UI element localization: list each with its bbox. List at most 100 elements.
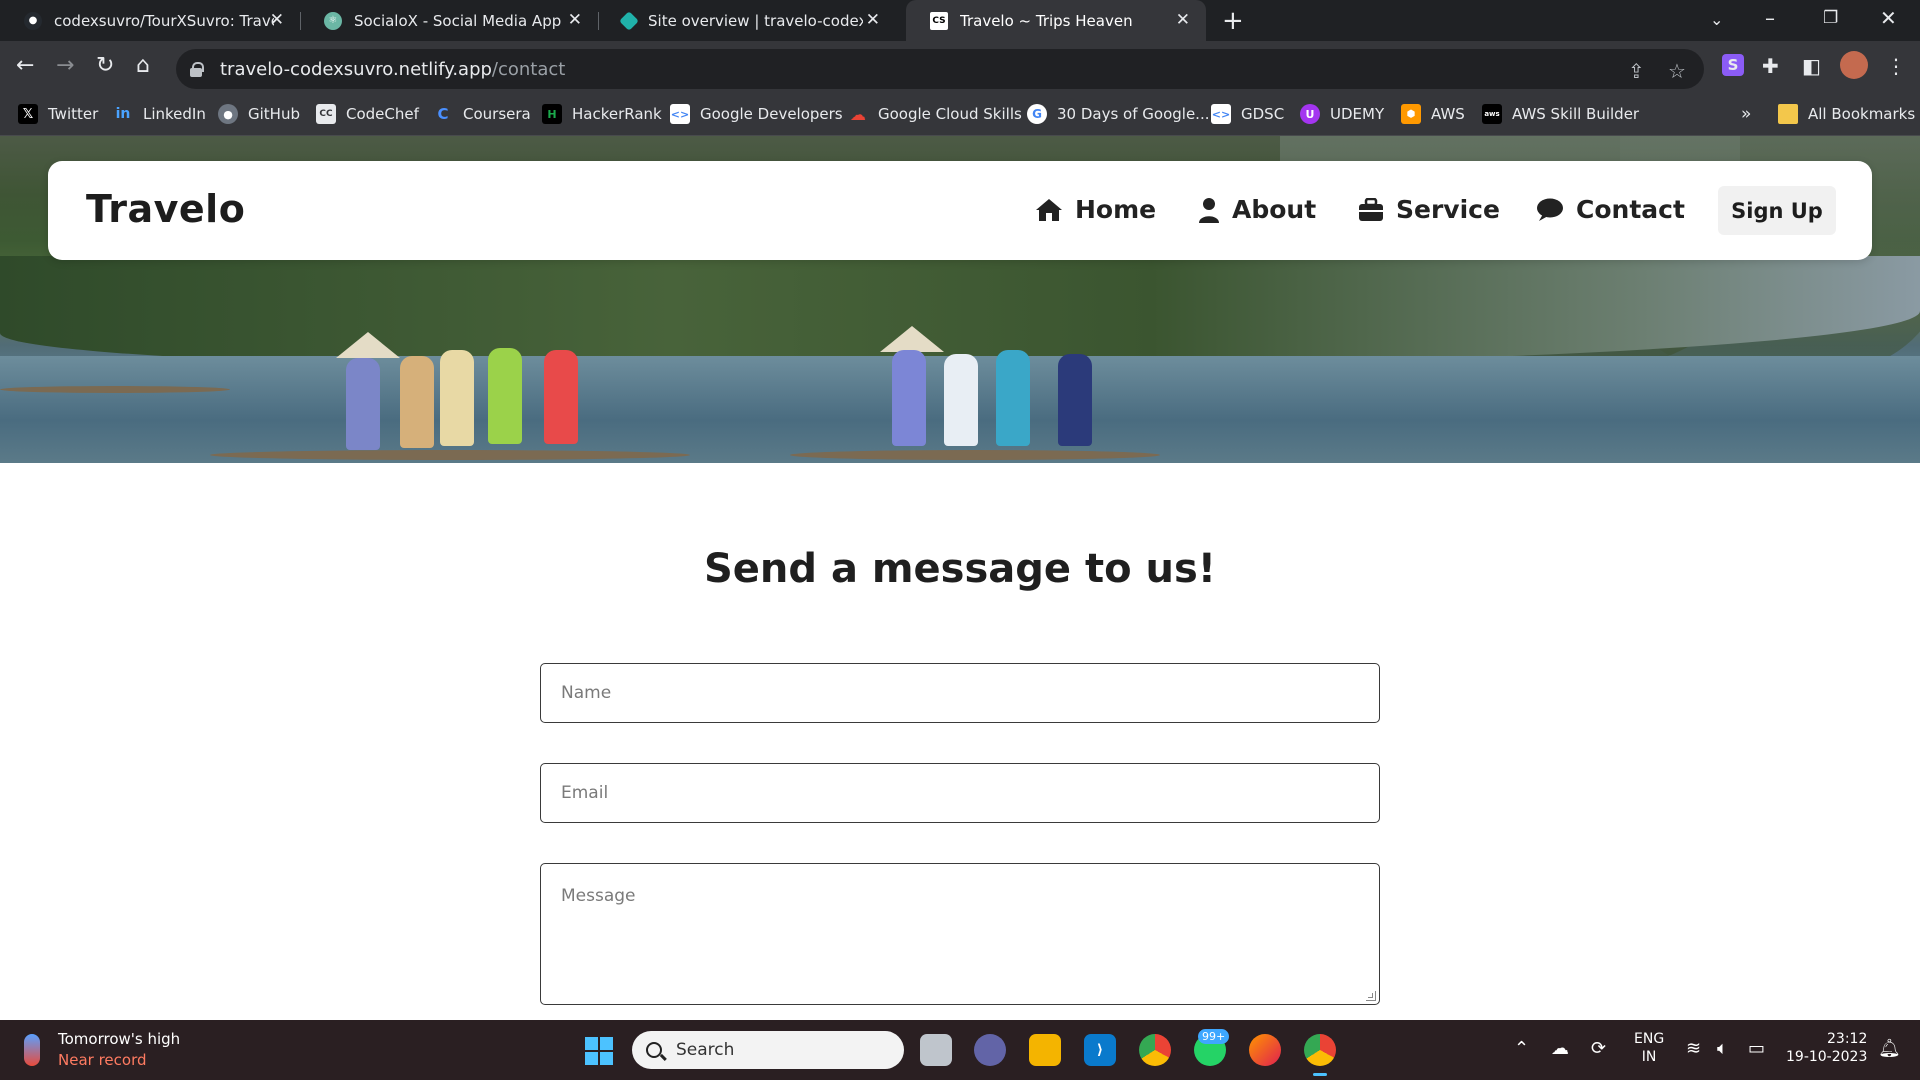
home-browser-icon[interactable]: ⌂: [136, 53, 150, 78]
tab-socialox[interactable]: ⚛ SocialoX - Social Media App ✕: [300, 0, 598, 41]
bookmark-twitter[interactable]: 𝕏 Twitter: [18, 104, 98, 124]
weather-subtitle: Near record: [58, 1051, 147, 1069]
share-icon[interactable]: ⇪: [1628, 59, 1645, 83]
tab-github[interactable]: ● codexsuvro/TourXSuvro: Travel a ✕: [0, 0, 300, 41]
react-icon: ⚛: [324, 11, 342, 30]
close-icon[interactable]: ✕: [568, 10, 582, 30]
forward-icon[interactable]: →: [56, 53, 74, 78]
close-icon[interactable]: ✕: [1176, 10, 1190, 30]
chat-icon: [1536, 198, 1564, 222]
bookmark-30-days-google[interactable]: G 30 Days of Google...: [1027, 104, 1209, 124]
textarea-resize-handle[interactable]: [1366, 991, 1376, 1001]
message-textarea[interactable]: [540, 863, 1380, 1005]
tab-search-chevron-icon[interactable]: ⌄: [1710, 10, 1723, 29]
star-icon[interactable]: ☆: [1668, 59, 1686, 83]
bookmarks-overflow-icon[interactable]: »: [1741, 104, 1751, 124]
bookmark-codechef[interactable]: CC CodeChef: [316, 104, 419, 124]
browser-toolbar: ← → ↻ ⌂ travelo-codexsuvro.netlify.app/c…: [0, 41, 1920, 96]
hero-person: [544, 350, 578, 444]
linkedin-icon: in: [115, 106, 131, 122]
bookmark-coursera[interactable]: C Coursera: [433, 104, 530, 124]
weather-widget[interactable]: Tomorrow's high Near record: [24, 1030, 180, 1069]
netlify-icon: [619, 10, 639, 31]
sync-icon[interactable]: ⟳: [1591, 1038, 1606, 1059]
bookmark-aws[interactable]: ⬢ AWS: [1401, 104, 1465, 124]
windows-start-icon[interactable]: [585, 1037, 613, 1065]
search-icon: [646, 1042, 662, 1058]
taskbar-search[interactable]: Search: [632, 1031, 904, 1069]
bookmark-github[interactable]: ● GitHub: [218, 104, 300, 124]
side-panel-icon[interactable]: ◧: [1802, 54, 1821, 78]
teams-chat-icon[interactable]: [974, 1034, 1006, 1066]
hero-person: [1058, 354, 1092, 446]
file-explorer-icon[interactable]: [1029, 1034, 1061, 1066]
coursera-icon: C: [437, 105, 449, 123]
chrome-active-icon[interactable]: [1304, 1034, 1336, 1076]
hero-person: [400, 356, 434, 448]
hero-person: [996, 350, 1030, 446]
google-developers-icon: <>: [670, 104, 690, 124]
avatar[interactable]: [1840, 51, 1868, 79]
hero-conical-hat: [880, 326, 944, 352]
github-icon: ●: [24, 11, 42, 30]
nav-service[interactable]: Service: [1358, 195, 1500, 224]
language-indicator[interactable]: ENG IN: [1634, 1030, 1664, 1066]
close-icon[interactable]: ✕: [866, 10, 880, 30]
restore-icon[interactable]: ❐: [1823, 8, 1838, 28]
nav-contact[interactable]: Contact: [1536, 195, 1685, 224]
minimize-icon[interactable]: –: [1765, 6, 1775, 30]
email-input[interactable]: [540, 763, 1380, 823]
volume-icon[interactable]: 🔈︎: [1717, 1038, 1728, 1059]
hero-hills: [0, 256, 1920, 366]
codexsuvro-icon: CS: [930, 11, 948, 30]
x-icon: 𝕏: [18, 104, 38, 124]
clock[interactable]: 23:12 19-10-2023: [1786, 1030, 1867, 1066]
aws-icon: ⬢: [1401, 104, 1421, 124]
close-icon[interactable]: ✕: [270, 10, 284, 30]
udemy-icon: U: [1300, 104, 1320, 124]
chrome-icon[interactable]: [1139, 1034, 1171, 1066]
url-text: travelo-codexsuvro.netlify.app/contact: [220, 58, 566, 80]
address-bar[interactable]: travelo-codexsuvro.netlify.app/contact ⇪…: [176, 49, 1704, 89]
tab-title: Site overview | travelo-codexsuv: [648, 11, 863, 30]
vscode-icon[interactable]: ⟩: [1084, 1034, 1116, 1066]
battery-icon[interactable]: ▭: [1748, 1038, 1765, 1059]
user-icon: [1198, 197, 1220, 223]
puzzle-extensions-icon[interactable]: ✚: [1762, 54, 1779, 78]
hero-conical-hat: [336, 332, 400, 358]
notification-bell-icon[interactable]: 🔔︎: [1878, 1038, 1901, 1059]
bookmark-google-developers[interactable]: <> Google Developers: [670, 104, 843, 124]
onedrive-cloud-icon[interactable]: ☁: [1551, 1038, 1569, 1059]
all-bookmarks-folder[interactable]: All Bookmarks: [1778, 104, 1915, 124]
bookmark-google-cloud-skills[interactable]: ☁ Google Cloud Skills: [848, 104, 1022, 124]
reload-icon[interactable]: ↻: [96, 53, 114, 78]
bookmark-aws-skill-builder[interactable]: aws AWS Skill Builder: [1482, 104, 1639, 124]
wifi-icon[interactable]: ≋: [1686, 1038, 1701, 1059]
firefox-icon[interactable]: [1249, 1034, 1281, 1066]
google-icon: G: [1027, 104, 1047, 124]
nav-home[interactable]: Home: [1035, 195, 1156, 224]
kebab-menu-icon[interactable]: ⋮: [1886, 54, 1906, 78]
bookmark-linkedin[interactable]: in LinkedIn: [113, 104, 206, 124]
bookmark-hackerrank[interactable]: H HackerRank: [542, 104, 662, 124]
extension-s-icon[interactable]: S: [1722, 54, 1744, 76]
task-view-icon[interactable]: [920, 1034, 952, 1066]
tab-netlify[interactable]: Site overview | travelo-codexsuv ✕: [598, 0, 896, 41]
sign-up-button[interactable]: Sign Up: [1718, 186, 1836, 235]
hero-person: [944, 354, 978, 446]
aws-skill-builder-icon: aws: [1482, 104, 1502, 124]
hero-person: [488, 348, 522, 444]
back-icon[interactable]: ←: [16, 53, 34, 78]
tab-title: codexsuvro/TourXSuvro: Travel a: [54, 11, 274, 30]
bookmark-gdsc[interactable]: <> GDSC: [1211, 104, 1284, 124]
site-navbar: Travelo Home About Service Contact Sign …: [48, 161, 1872, 260]
nav-about[interactable]: About: [1198, 195, 1316, 224]
bookmark-udemy[interactable]: U UDEMY: [1300, 104, 1384, 124]
name-input[interactable]: [540, 663, 1380, 723]
close-window-icon[interactable]: ✕: [1880, 6, 1897, 30]
chevron-up-icon[interactable]: ⌃: [1514, 1038, 1529, 1059]
home-icon: [1035, 198, 1063, 222]
new-tab-button[interactable]: +: [1222, 6, 1244, 36]
tab-travelo-active[interactable]: CS Travelo ~ Trips Heaven ✕: [906, 0, 1206, 41]
site-logo[interactable]: Travelo: [86, 187, 245, 231]
